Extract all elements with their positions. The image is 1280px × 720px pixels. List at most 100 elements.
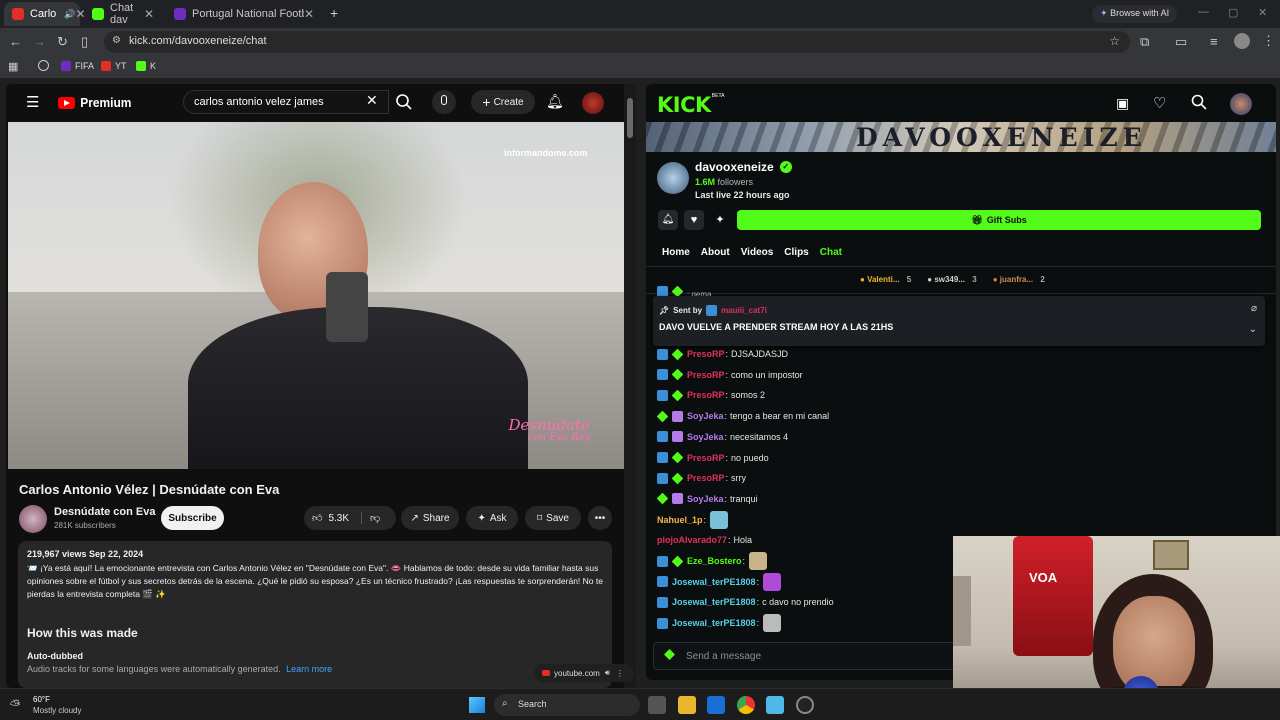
kick-emote-icon[interactable] bbox=[664, 649, 675, 660]
chat-username[interactable]: Nahuel_1p bbox=[657, 515, 703, 525]
chat-username[interactable]: PresoRP bbox=[687, 390, 725, 400]
pinned-message[interactable]: 📌︎ Sent by mauiii_cat7i DAVO VUELVE A PR… bbox=[653, 296, 1265, 346]
chat-username[interactable]: Josewal_terPE1808 bbox=[672, 597, 756, 607]
kick-logo[interactable]: KICK BETA bbox=[657, 93, 724, 117]
apps-grid-icon[interactable]: ▦ bbox=[8, 60, 18, 73]
share-button[interactable]: ↗ Share bbox=[401, 506, 459, 530]
speaker-icon[interactable]: 🔊 bbox=[64, 9, 75, 20]
menu-icon[interactable]: ⋮ bbox=[1262, 33, 1275, 49]
sparkle-button[interactable]: ✦ bbox=[710, 210, 730, 230]
maximize-icon[interactable]: ▢ bbox=[1228, 6, 1238, 19]
channel-name[interactable]: davooxeneize bbox=[695, 160, 774, 174]
follow-heart-button[interactable]: ♥ bbox=[684, 210, 704, 230]
leaderboard-entry-3[interactable]: ● juanfra... 2 bbox=[993, 275, 1045, 284]
notification-bell-button[interactable]: 🔔︎ bbox=[658, 210, 678, 230]
chat-username[interactable]: piojoAlvarado77 bbox=[657, 535, 727, 545]
speaker-icon[interactable]: 🔊︎ bbox=[605, 668, 610, 678]
chat-username[interactable]: Eze_Bostero bbox=[687, 556, 742, 566]
tab-kick[interactable]: Chat dav ✕ bbox=[84, 2, 162, 26]
channel-name[interactable]: Desnúdate con Eva bbox=[54, 506, 155, 518]
site-info-icon[interactable]: ⚙ bbox=[112, 35, 121, 46]
back-icon[interactable]: ← bbox=[9, 34, 22, 49]
tab-portugal[interactable]: Portugal National Football Tean ✕ bbox=[166, 2, 322, 26]
video-player[interactable]: informandome.com Desnúdate con Eva Rey bbox=[8, 122, 624, 469]
subscribe-button[interactable]: Subscribe bbox=[161, 506, 224, 530]
extensions-icon[interactable]: ⧉ bbox=[1140, 34, 1149, 50]
leaderboard-entry-2[interactable]: ● sw349... 3 bbox=[927, 275, 976, 284]
ask-button[interactable]: ✦ Ask bbox=[466, 506, 518, 530]
learn-more-link[interactable]: Learn more bbox=[286, 664, 332, 674]
tab-home[interactable]: Home bbox=[662, 247, 690, 258]
close-tab-icon[interactable]: ✕ bbox=[144, 7, 154, 21]
close-window-icon[interactable]: ✕ bbox=[1258, 6, 1267, 19]
more-actions-button[interactable]: ••• bbox=[588, 506, 612, 530]
tab-about[interactable]: About bbox=[701, 247, 730, 258]
heart-icon[interactable]: ♡ bbox=[1153, 94, 1166, 112]
address-bar[interactable]: ⚙ kick.com/davooxeneize/chat ☆ bbox=[104, 31, 1130, 53]
chat-username[interactable]: SoyJeka bbox=[687, 432, 724, 442]
side-panel-icon[interactable]: ▯ bbox=[81, 34, 88, 50]
app-icon[interactable] bbox=[796, 696, 814, 714]
bookmark-k[interactable]: K bbox=[136, 61, 156, 71]
user-avatar[interactable] bbox=[1230, 93, 1252, 115]
youtube-logo[interactable]: Premium bbox=[58, 95, 134, 110]
save-button[interactable]: ⌑ Save bbox=[525, 506, 581, 530]
profile-avatar[interactable] bbox=[1234, 33, 1250, 49]
bookmark-fifa[interactable]: FIFA bbox=[61, 61, 94, 71]
library-icon[interactable]: ▣ bbox=[1116, 95, 1129, 112]
like-count[interactable]: 5.3K bbox=[328, 513, 349, 524]
new-tab-button[interactable]: + bbox=[330, 5, 338, 21]
gift-subs-button[interactable]: 🎁︎ Gift Subs bbox=[737, 210, 1261, 230]
minimize-icon[interactable]: — bbox=[1198, 6, 1209, 18]
chat-username[interactable]: PresoRP bbox=[687, 453, 725, 463]
globe-icon[interactable] bbox=[38, 60, 49, 71]
weather-icon[interactable]: ⛅︎ bbox=[10, 697, 20, 713]
reload-icon[interactable]: ↻ bbox=[57, 34, 68, 50]
search-input[interactable]: carlos antonio velez james bbox=[183, 90, 389, 114]
chat-username[interactable]: Josewal_terPE1808 bbox=[672, 577, 756, 587]
voice-search-button[interactable] bbox=[432, 90, 456, 114]
description-box[interactable]: 219,967 views Sep 22, 2024 📨 ¡Ya está aq… bbox=[18, 541, 612, 688]
close-tab-icon[interactable]: ✕ bbox=[304, 7, 314, 21]
chat-username[interactable]: Josewal_terPE1808 bbox=[672, 618, 756, 628]
bookmark-yt[interactable]: YT bbox=[101, 61, 127, 71]
search-icon[interactable] bbox=[1191, 94, 1207, 115]
file-explorer-icon[interactable] bbox=[678, 696, 696, 714]
outlook-icon[interactable] bbox=[707, 696, 725, 714]
chevron-down-icon[interactable]: ⌄ bbox=[1249, 324, 1257, 335]
browse-with-ai-button[interactable]: ✦ Browse with AI bbox=[1092, 5, 1178, 23]
youtube-scrollbar[interactable] bbox=[624, 84, 636, 688]
reading-list-icon[interactable]: ≡ bbox=[1210, 34, 1218, 49]
chat-username[interactable]: PresoRP bbox=[687, 349, 725, 359]
create-button[interactable]: + Create bbox=[471, 90, 535, 114]
cast-icon[interactable]: ▭ bbox=[1175, 34, 1187, 50]
account-avatar[interactable] bbox=[582, 92, 604, 114]
thumbs-down-icon[interactable]: 👎︎ bbox=[361, 512, 380, 524]
tab-clips[interactable]: Clips bbox=[784, 247, 808, 258]
forward-icon[interactable]: → bbox=[33, 34, 46, 49]
more-icon[interactable]: ⋮ bbox=[616, 669, 624, 678]
taskbar-search[interactable]: ⌕ Search bbox=[494, 694, 640, 716]
chat-username[interactable]: SoyJeka bbox=[687, 494, 724, 504]
task-view-icon[interactable] bbox=[648, 696, 666, 714]
tab-youtube[interactable]: Carlo 🔊 ✕ bbox=[4, 2, 86, 26]
thumbs-up-icon[interactable]: 👍︎ bbox=[312, 512, 322, 524]
channel-avatar[interactable] bbox=[657, 162, 689, 194]
clear-search-icon[interactable]: ✕ bbox=[366, 92, 378, 109]
tab-chat[interactable]: Chat bbox=[820, 247, 842, 258]
bookmark-star-icon[interactable]: ☆ bbox=[1109, 34, 1120, 48]
search-button[interactable] bbox=[390, 90, 418, 114]
scrollbar-thumb[interactable] bbox=[627, 98, 633, 138]
tab-videos[interactable]: Videos bbox=[741, 247, 774, 258]
notepad-icon[interactable] bbox=[766, 696, 784, 714]
chrome-icon[interactable] bbox=[737, 696, 755, 714]
pinned-username[interactable]: mauiii_cat7i bbox=[721, 306, 767, 315]
channel-avatar[interactable] bbox=[19, 505, 47, 533]
unpin-icon[interactable]: ⌀ bbox=[1251, 303, 1257, 314]
chat-username[interactable]: SoyJeka bbox=[687, 411, 724, 421]
leaderboard-entry-1[interactable]: ● Valenti... 5 bbox=[860, 275, 911, 284]
windows-start-icon[interactable] bbox=[469, 697, 485, 713]
message-input[interactable]: Send a message bbox=[686, 651, 761, 662]
media-controls-popup[interactable]: youtube.com 🔊︎ ⋮ bbox=[534, 664, 634, 682]
chat-username[interactable]: PresoRP bbox=[687, 370, 725, 380]
